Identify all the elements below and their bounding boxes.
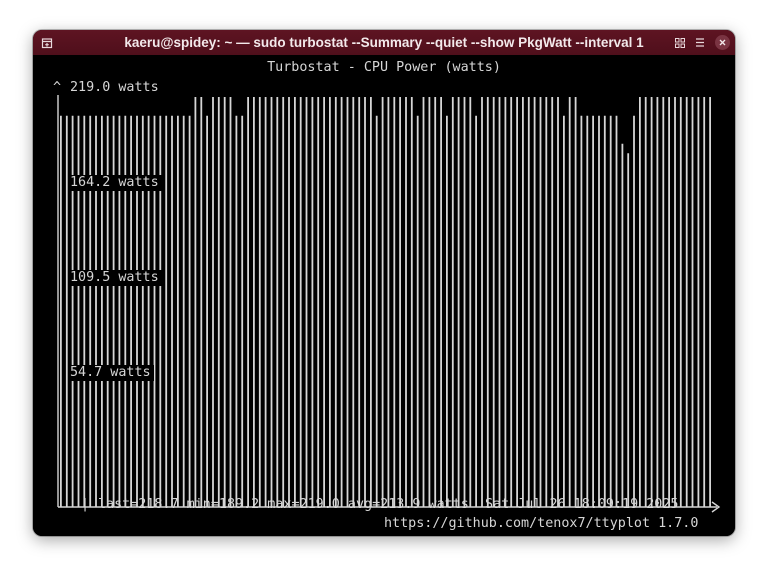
terminal-window: kaeru@spidey: ~ — sudo turbostat --Summa… <box>33 30 735 536</box>
y-label-1: 54.7 watts <box>70 365 154 381</box>
close-button[interactable] <box>713 30 731 55</box>
close-icon[interactable] <box>714 35 730 50</box>
footer-link[interactable]: https://github.com/tenox7/ttyplot 1.7.0 <box>384 516 698 532</box>
hamburger-menu-icon[interactable] <box>691 30 709 55</box>
window-title: kaeru@spidey: ~ — sudo turbostat --Summa… <box>124 35 644 50</box>
title-bar[interactable]: kaeru@spidey: ~ — sudo turbostat --Summa… <box>33 30 735 55</box>
stats-line: last=218.7 min=189.2 max=219.0 avg=213.9… <box>98 497 679 512</box>
plot-title: Turbostat - CPU Power (watts) <box>267 60 501 75</box>
view-grid-icon[interactable] <box>671 30 689 55</box>
stats-marker: | <box>81 497 90 512</box>
power-plot <box>57 95 721 513</box>
y-label-2: 109.5 watts <box>70 270 162 286</box>
terminal-area[interactable]: Turbostat - CPU Power (watts) ^ 219.0 wa… <box>33 55 735 536</box>
y-label-max: 219.0 watts <box>70 80 162 96</box>
y-axis-arrow: ^ <box>53 80 62 95</box>
y-label-3: 164.2 watts <box>70 175 162 191</box>
